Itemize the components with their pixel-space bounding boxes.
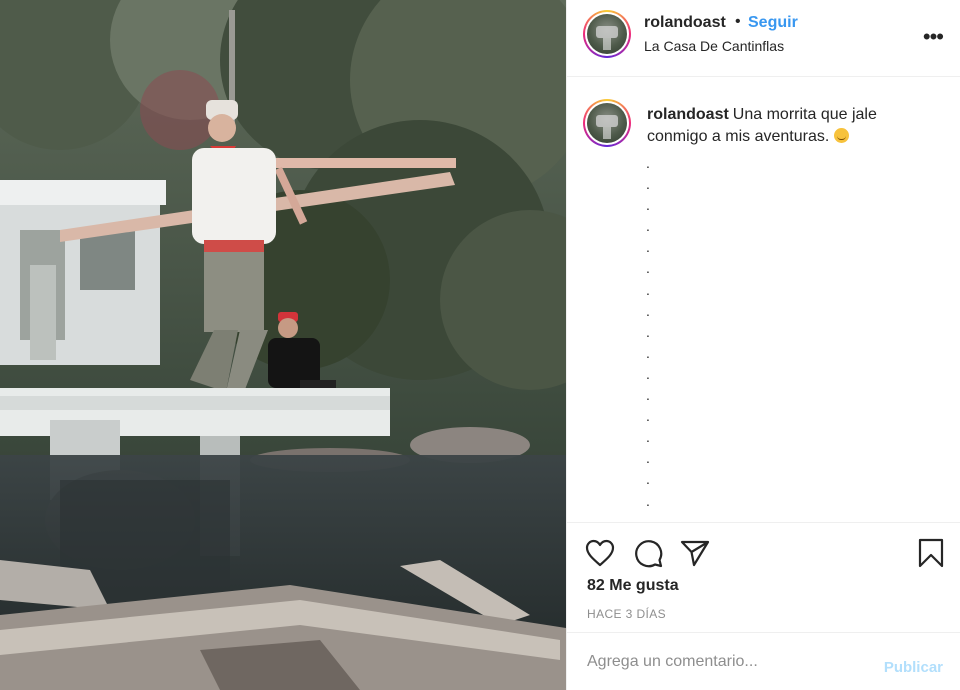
caption-dot: . <box>646 365 650 382</box>
caption-dot: . <box>646 471 650 488</box>
caption-dot: . <box>646 344 650 361</box>
heart-icon[interactable] <box>584 537 616 569</box>
photo-illustration <box>0 0 566 690</box>
avatar-ring <box>585 12 629 56</box>
follow-button[interactable]: Seguir <box>748 14 798 32</box>
separator-dot: • <box>735 13 741 30</box>
caption-dot: . <box>646 281 650 298</box>
share-icon[interactable] <box>679 537 711 569</box>
caption-dot: . <box>646 450 650 467</box>
post-photo[interactable] <box>0 0 566 690</box>
more-options-icon[interactable]: ••• <box>923 26 944 48</box>
caption-section: rolandoast Una morrita que jale conmigo a… <box>567 77 960 522</box>
caption-avatar-ring <box>585 101 629 145</box>
caption-dot: . <box>646 387 650 404</box>
post-timestamp[interactable]: HACE 3 DÍAS <box>587 607 666 621</box>
caption-dot: . <box>646 323 650 340</box>
publish-button[interactable]: Publicar <box>884 659 943 676</box>
avatar[interactable] <box>583 10 631 58</box>
comment-input[interactable] <box>587 653 857 671</box>
caption-dot: . <box>646 197 650 214</box>
likes-count[interactable]: 82 Me gusta <box>587 577 679 595</box>
caption-username-link[interactable]: rolandoast <box>647 106 729 123</box>
share-icon-svg <box>680 540 710 567</box>
caption-text: rolandoast Una morrita que jale conmigo a… <box>647 104 937 148</box>
caption-dot: . <box>646 429 650 446</box>
post-header: rolandoast • Seguir La Casa De Cantinfla… <box>567 0 960 77</box>
bookmark-icon-svg <box>918 538 944 568</box>
caption-avatar-image <box>587 103 627 143</box>
caption-dot: . <box>646 260 650 277</box>
caption-dot: . <box>646 302 650 319</box>
username-link[interactable]: rolandoast <box>644 14 726 32</box>
location-link[interactable]: La Casa De Cantinflas <box>644 38 784 54</box>
bookmark-icon[interactable] <box>915 537 947 569</box>
post-actions: 82 Me gusta HACE 3 DÍAS <box>567 522 960 632</box>
caption-dot: . <box>646 492 650 509</box>
caption-dot: . <box>646 155 650 171</box>
comment-icon[interactable] <box>632 537 664 569</box>
caption-dot: . <box>646 218 650 235</box>
comment-icon-svg <box>635 540 663 568</box>
caption-dot: . <box>646 239 650 256</box>
avatar-image <box>587 14 627 54</box>
heart-icon-svg <box>585 539 615 567</box>
comment-bar: Publicar <box>567 632 960 690</box>
smirk-emoji-icon <box>833 128 849 143</box>
caption-dot: . <box>646 408 650 425</box>
caption-dot: . <box>646 176 650 193</box>
caption-avatar[interactable] <box>583 99 631 147</box>
post-side-panel: rolandoast • Seguir La Casa De Cantinfla… <box>566 0 960 690</box>
caption-dots: ................. <box>646 153 656 512</box>
